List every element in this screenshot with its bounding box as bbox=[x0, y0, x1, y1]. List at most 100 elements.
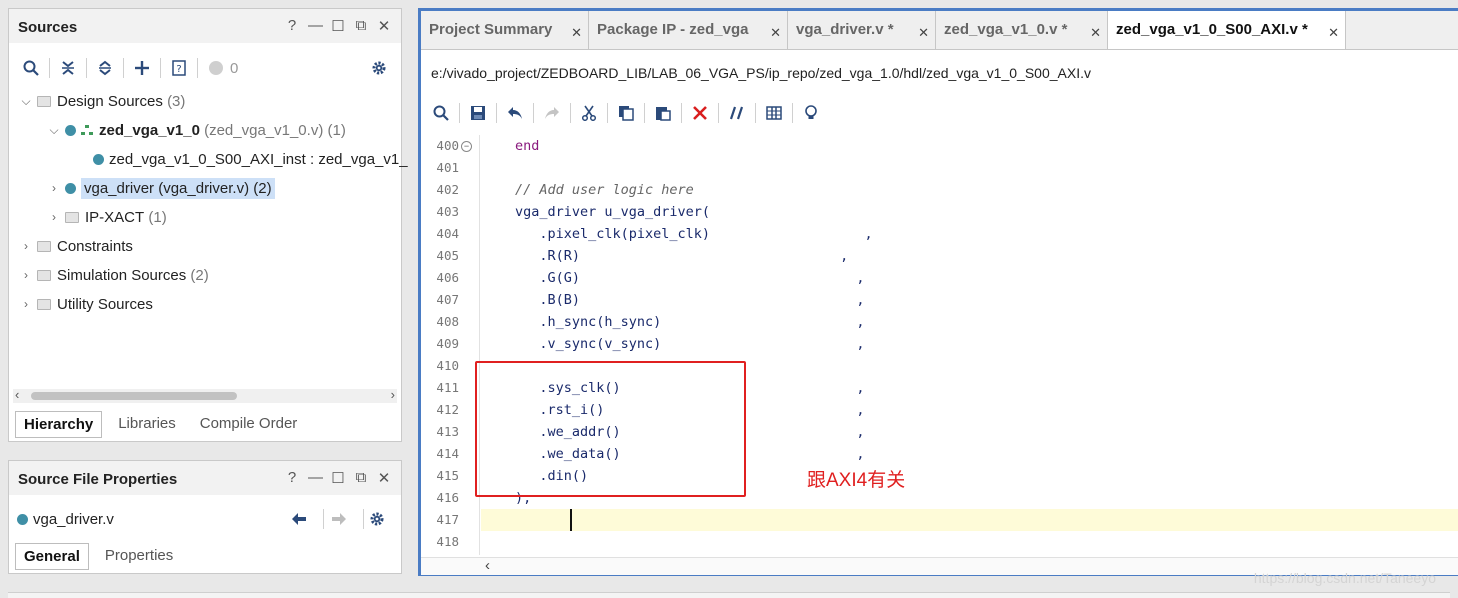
toolbar-separator bbox=[197, 58, 198, 78]
code-line[interactable]: 402 // Add user logic here bbox=[421, 179, 1458, 201]
tree-item-simulation-sources[interactable]: › Simulation Sources (2) bbox=[19, 263, 209, 287]
minimize-icon[interactable]: — bbox=[308, 17, 323, 35]
comment-icon[interactable] bbox=[725, 101, 749, 125]
horizontal-scrollbar[interactable]: ‹ › bbox=[13, 387, 397, 403]
text-cursor bbox=[570, 509, 572, 531]
code-text: .G(G) , bbox=[515, 270, 865, 286]
sources-window-controls: ? — ☐ ⧉ ✕ bbox=[285, 17, 391, 35]
lightbulb-icon[interactable] bbox=[799, 101, 823, 125]
tree-item-constraints[interactable]: › Constraints bbox=[19, 234, 133, 258]
tab-zed-vga-v1-0[interactable]: zed_vga_v1_0.v * ✕ bbox=[936, 11, 1108, 49]
maximize-icon[interactable]: ☐ bbox=[331, 469, 345, 487]
line-number: 416 bbox=[436, 490, 459, 505]
tab-package-ip[interactable]: Package IP - zed_vga ✕ bbox=[589, 11, 788, 49]
tab-general[interactable]: General bbox=[15, 543, 89, 570]
help-icon[interactable]: ? bbox=[285, 17, 299, 35]
close-tab-icon[interactable]: ✕ bbox=[571, 25, 582, 41]
close-tab-icon[interactable]: ✕ bbox=[770, 25, 781, 41]
chevron-down-icon[interactable]: ⌵ bbox=[19, 94, 33, 109]
tree-item-label: zed_vga_v1_0_S00_AXI_inst : zed_vga_v1_ bbox=[109, 150, 408, 168]
tree-item-utility-sources[interactable]: › Utility Sources bbox=[19, 292, 153, 316]
scroll-left-icon[interactable]: ‹ bbox=[15, 387, 19, 402]
tab-project-summary[interactable]: Project Summary ✕ bbox=[421, 11, 589, 49]
minimize-icon[interactable]: — bbox=[308, 469, 323, 487]
tab-compile-order[interactable]: Compile Order bbox=[192, 411, 306, 438]
gear-icon[interactable] bbox=[367, 56, 391, 80]
save-icon[interactable] bbox=[466, 101, 490, 125]
tab-label: vga_driver.v * bbox=[796, 21, 894, 38]
scroll-left-icon[interactable]: ‹ bbox=[485, 557, 490, 574]
code-text: .v_sync(v_sync) , bbox=[515, 336, 865, 352]
warning-count: 0 bbox=[230, 59, 239, 77]
close-tab-icon[interactable]: ✕ bbox=[1328, 25, 1339, 41]
code-line[interactable]: 408 .h_sync(h_sync) , bbox=[421, 311, 1458, 333]
unknown-file-icon[interactable]: ? bbox=[167, 56, 191, 80]
code-line[interactable]: 403 vga_driver u_vga_driver( bbox=[421, 201, 1458, 223]
code-line[interactable]: 409 .v_sync(v_sync) , bbox=[421, 333, 1458, 355]
folder-icon bbox=[37, 269, 51, 281]
file-path: e:/vivado_project/ZEDBOARD_LIB/LAB_06_VG… bbox=[431, 65, 1091, 81]
maximize-icon[interactable]: ☐ bbox=[331, 17, 345, 35]
scroll-right-icon[interactable]: › bbox=[391, 387, 395, 402]
close-tab-icon[interactable]: ✕ bbox=[1090, 25, 1101, 41]
hierarchy-icon bbox=[81, 122, 93, 139]
tree-item-axi-inst[interactable]: zed_vga_v1_0_S00_AXI_inst : zed_vga_v1_ bbox=[93, 147, 408, 171]
code-line[interactable]: 407 .B(B) , bbox=[421, 289, 1458, 311]
tree-item-zed-vga-v1-0[interactable]: ⌵ zed_vga_v1_0 (zed_vga_v1_0.v) (1) bbox=[47, 118, 346, 142]
chevron-right-icon[interactable]: › bbox=[47, 181, 61, 195]
float-icon[interactable]: ⧉ bbox=[354, 469, 368, 487]
chevron-down-icon[interactable]: ⌵ bbox=[47, 123, 61, 138]
tree-item-design-sources[interactable]: ⌵ Design Sources (3) bbox=[19, 89, 185, 113]
code-line[interactable]: 400 end bbox=[421, 135, 1458, 157]
help-icon[interactable]: ? bbox=[285, 469, 299, 487]
delete-icon[interactable] bbox=[688, 101, 712, 125]
copy-icon[interactable] bbox=[614, 101, 638, 125]
close-icon[interactable]: ✕ bbox=[377, 17, 391, 35]
tree-item-vga-driver[interactable]: › vga_driver (vga_driver.v) (2) bbox=[47, 176, 275, 200]
add-icon[interactable] bbox=[130, 56, 154, 80]
collapse-all-icon[interactable] bbox=[56, 56, 80, 80]
chevron-right-icon[interactable]: › bbox=[19, 268, 33, 282]
tree-item-detail: (zed_vga_v1_0.v) (1) bbox=[204, 121, 346, 139]
search-icon[interactable] bbox=[19, 56, 43, 80]
properties-window-controls: ? — ☐ ⧉ ✕ bbox=[285, 469, 391, 487]
chevron-right-icon[interactable]: › bbox=[47, 210, 61, 224]
back-arrow-icon[interactable] bbox=[287, 507, 311, 531]
annotation-box bbox=[475, 361, 746, 497]
tab-libraries[interactable]: Libraries bbox=[110, 411, 184, 438]
code-line[interactable]: 404 .pixel_clk(pixel_clk) , bbox=[421, 223, 1458, 245]
column-select-icon[interactable] bbox=[762, 101, 786, 125]
code-line[interactable]: 417 bbox=[421, 509, 1458, 531]
code-area[interactable]: − 400 end 401 402// Add user logic here 403 v… bbox=[421, 135, 1458, 555]
toolbar-separator bbox=[792, 103, 793, 123]
tab-hierarchy[interactable]: Hierarchy bbox=[15, 411, 103, 438]
gear-icon[interactable] bbox=[365, 507, 389, 531]
code-line[interactable]: 405 .R(R) , bbox=[421, 245, 1458, 267]
float-icon[interactable]: ⧉ bbox=[354, 17, 368, 35]
sources-panel: Sources ? — ☐ ⧉ ✕ ? 0 ⌵ Design Sources (… bbox=[8, 8, 408, 442]
chevron-right-icon[interactable]: › bbox=[19, 297, 33, 311]
expand-all-icon[interactable] bbox=[93, 56, 117, 80]
chevron-right-icon[interactable]: › bbox=[19, 239, 33, 253]
search-icon[interactable] bbox=[429, 101, 453, 125]
watermark: https://blog.csdn.net/Taneeyo bbox=[1253, 570, 1436, 586]
paste-icon[interactable] bbox=[651, 101, 675, 125]
code-line[interactable]: 401 bbox=[421, 157, 1458, 179]
line-number: 406 bbox=[436, 270, 459, 285]
line-number: 408 bbox=[436, 314, 459, 329]
code-line[interactable]: 406 .G(G) , bbox=[421, 267, 1458, 289]
scrollbar-thumb[interactable] bbox=[31, 392, 237, 400]
toolbar-separator bbox=[123, 58, 124, 78]
tab-properties[interactable]: Properties bbox=[97, 543, 181, 570]
close-icon[interactable]: ✕ bbox=[377, 469, 391, 487]
tab-zed-vga-s00-axi[interactable]: zed_vga_v1_0_S00_AXI.v * ✕ bbox=[1108, 11, 1346, 49]
toolbar-separator bbox=[570, 103, 571, 123]
undo-icon[interactable] bbox=[503, 101, 527, 125]
tab-vga-driver[interactable]: vga_driver.v * ✕ bbox=[788, 11, 936, 49]
code-line[interactable]: 418 bbox=[421, 531, 1458, 553]
tree-item-ip-xact[interactable]: › IP-XACT (1) bbox=[47, 205, 167, 229]
code-text: end bbox=[515, 138, 540, 154]
close-tab-icon[interactable]: ✕ bbox=[918, 25, 929, 41]
tree-item-count: (3) bbox=[167, 92, 186, 110]
cut-icon[interactable] bbox=[577, 101, 601, 125]
